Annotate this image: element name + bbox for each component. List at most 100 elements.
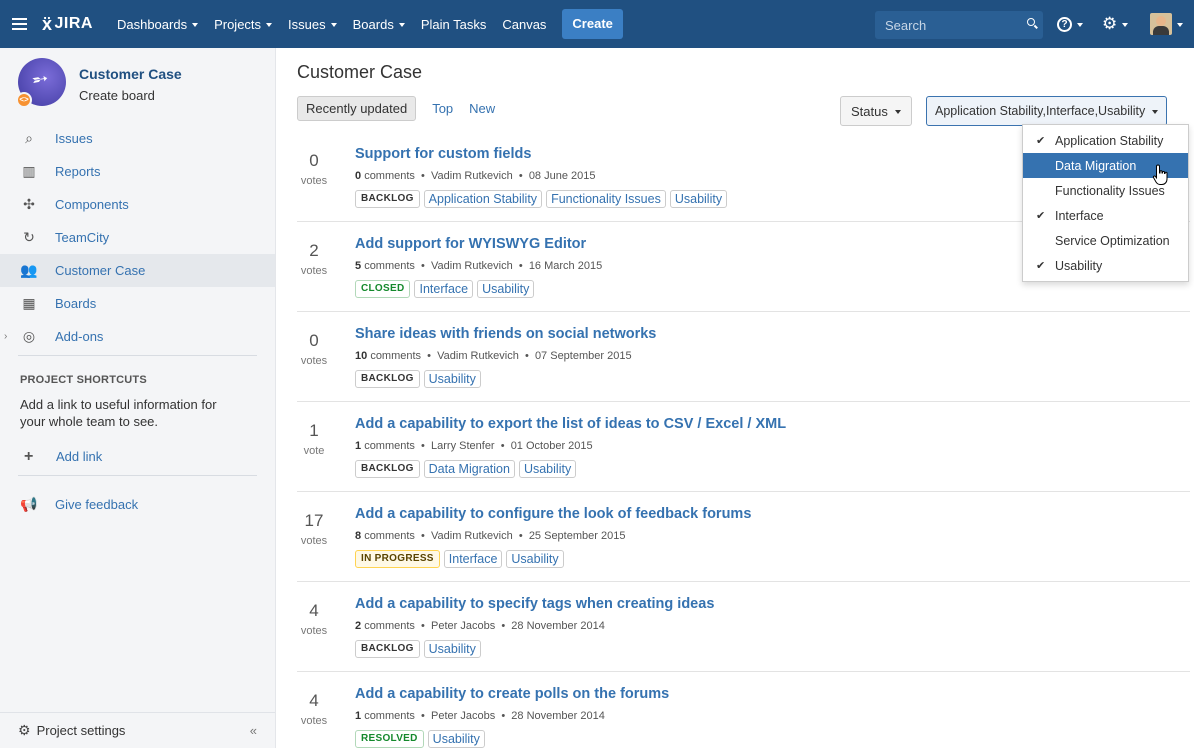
nav-plain-tasks[interactable]: Plain Tasks xyxy=(413,0,495,48)
idea-tags: BACKLOG Application Stability Functionalit… xyxy=(355,190,731,208)
sidebar-item-reports[interactable]: ▥ Reports xyxy=(0,155,275,188)
jira-logo[interactable]: ẍ JIRA xyxy=(42,14,93,35)
plus-icon: + xyxy=(24,447,34,465)
vote-label: votes xyxy=(300,355,328,367)
comment-count[interactable]: 2 xyxy=(355,620,361,632)
comment-count[interactable]: 5 xyxy=(355,260,361,272)
vote-count[interactable]: 4 xyxy=(297,601,331,621)
idea-author: Peter Jacobs xyxy=(431,710,496,722)
vote-count[interactable]: 2 xyxy=(297,241,331,261)
comment-count[interactable]: 1 xyxy=(355,440,361,452)
rocket-icon: ➶ xyxy=(26,65,54,94)
status-filter-button[interactable]: Status xyxy=(840,96,912,126)
tab-new[interactable]: New xyxy=(469,101,495,116)
nav-projects[interactable]: Projects xyxy=(206,0,280,48)
comment-count[interactable]: 1 xyxy=(355,710,361,722)
comment-count[interactable]: 8 xyxy=(355,530,361,542)
vote-count[interactable]: 0 xyxy=(297,151,331,171)
tab-recently-updated[interactable]: Recently updated xyxy=(297,96,417,121)
sidebar-item-add-ons[interactable]: › ◎ Add-ons xyxy=(0,320,275,353)
vote-count[interactable]: 1 xyxy=(297,421,331,441)
category-tag[interactable]: Usability xyxy=(477,280,535,298)
vote-count[interactable]: 0 xyxy=(297,331,331,351)
create-button[interactable]: Create xyxy=(562,9,623,39)
dropdown-option-usability[interactable]: ✔ Usability xyxy=(1023,253,1188,278)
chevron-down-icon xyxy=(192,23,199,27)
project-sidebar: ➶ <> Customer Case Create board ⌕ Issues … xyxy=(0,48,276,748)
idea-meta: 1 comments • Larry Stenfer • 01 October … xyxy=(355,440,593,452)
vote-count[interactable]: 17 xyxy=(297,511,331,531)
admin-menu[interactable]: ⚙ xyxy=(1102,0,1129,48)
idea-author: Vadim Rutkevich xyxy=(437,350,519,362)
sidebar-item-issues[interactable]: ⌕ Issues xyxy=(0,122,275,155)
idea-author: Peter Jacobs xyxy=(431,620,496,632)
idea-title-link[interactable]: Add a capability to create polls on the … xyxy=(355,686,669,702)
idea-title-link[interactable]: Add a capability to configure the look o… xyxy=(355,506,751,522)
nav-dashboards[interactable]: Dashboards xyxy=(109,0,206,48)
idea-title-link[interactable]: Add support for WYISWYG Editor xyxy=(355,236,586,252)
category-tag[interactable]: Interface xyxy=(414,280,474,298)
idea-tags: BACKLOG Data Migration Usability xyxy=(355,460,580,478)
category-filter-button[interactable]: Application Stability,Interface,Usabilit… xyxy=(926,96,1168,126)
code-badge-icon: <> xyxy=(16,92,32,108)
idea-date: 28 November 2014 xyxy=(511,710,605,722)
category-tag[interactable]: Functionality Issues xyxy=(546,190,666,208)
idea-title-link[interactable]: Share ideas with friends on social netwo… xyxy=(355,326,656,342)
project-settings-link[interactable]: ⚙ Project settings « xyxy=(0,712,275,748)
idea-title-link[interactable]: Add a capability to export the list of i… xyxy=(355,416,786,432)
category-tag[interactable]: Usability xyxy=(427,730,485,748)
category-tag[interactable]: Usability xyxy=(506,550,564,568)
chevron-right-icon[interactable]: › xyxy=(4,331,7,342)
help-menu[interactable]: ? xyxy=(1057,0,1083,48)
idea-author: Larry Stenfer xyxy=(431,440,495,452)
project-shortcuts-description: Add a link to useful information for you… xyxy=(20,397,217,429)
idea-meta: 1 comments • Peter Jacobs • 28 November … xyxy=(355,710,605,722)
idea-title-link[interactable]: Add a capability to specify tags when cr… xyxy=(355,596,714,612)
nav-issues[interactable]: Issues xyxy=(280,0,345,48)
gear-icon: ⚙ xyxy=(18,722,31,738)
comment-count[interactable]: 0 xyxy=(355,170,361,182)
collapse-sidebar-button[interactable]: « xyxy=(250,723,257,738)
app-switcher-menu-icon[interactable] xyxy=(0,0,38,48)
category-tag[interactable]: Usability xyxy=(518,460,577,478)
comments-label: comments xyxy=(364,530,415,542)
category-tag[interactable]: Data Migration xyxy=(423,460,515,478)
refresh-icon: ↻ xyxy=(23,229,35,245)
help-icon: ? xyxy=(1057,16,1072,32)
idea-author: Vadim Rutkevich xyxy=(431,260,513,272)
dropdown-option-interface[interactable]: ✔ Interface xyxy=(1023,203,1188,228)
status-badge: BACKLOG xyxy=(355,370,420,388)
dropdown-option-service-optimization[interactable]: Service Optimization xyxy=(1023,228,1188,253)
sidebar-item-components[interactable]: ✣ Components xyxy=(0,188,275,221)
sidebar-item-teamcity[interactable]: ↻ TeamCity xyxy=(0,221,275,254)
category-tag[interactable]: Usability xyxy=(669,190,728,208)
idea-title-link[interactable]: Support for custom fields xyxy=(355,146,531,162)
comments-label: comments xyxy=(364,260,415,272)
chevron-down-icon xyxy=(330,23,337,27)
project-board-selector[interactable]: Create board xyxy=(79,88,182,103)
nav-canvas[interactable]: Canvas xyxy=(494,0,554,48)
project-avatar[interactable]: ➶ <> xyxy=(16,58,66,108)
tab-top[interactable]: Top xyxy=(432,101,453,116)
project-name[interactable]: Customer Case xyxy=(79,66,182,82)
category-tag[interactable]: Usability xyxy=(423,370,481,388)
add-link-button[interactable]: + Add link xyxy=(0,440,275,473)
sidebar-item-boards[interactable]: ▦ Boards xyxy=(0,287,275,320)
category-tag[interactable]: Usability xyxy=(423,640,481,658)
idea-row: 0 votes Share ideas with friends on social… xyxy=(297,312,1190,402)
give-feedback-link[interactable]: 📢 Give feedback xyxy=(0,488,275,521)
category-tag[interactable]: Application Stability xyxy=(423,190,543,208)
comment-count[interactable]: 10 xyxy=(355,350,367,362)
idea-author: Vadim Rutkevich xyxy=(431,170,513,182)
vote-label: votes xyxy=(300,535,328,547)
nav-boards[interactable]: Boards xyxy=(345,0,413,48)
sidebar-item-customer-case[interactable]: 👥 Customer Case xyxy=(0,254,275,287)
category-tag[interactable]: Interface xyxy=(443,550,503,568)
user-profile-menu[interactable] xyxy=(1150,0,1183,48)
board-icon: ▦ xyxy=(22,295,36,311)
dropdown-option-application-stability[interactable]: ✔ Application Stability xyxy=(1023,128,1188,153)
search-input[interactable]: Search xyxy=(875,11,1043,39)
chevron-down-icon xyxy=(1177,23,1183,27)
vote-count[interactable]: 4 xyxy=(297,691,331,711)
search-icon[interactable] xyxy=(1027,18,1035,26)
